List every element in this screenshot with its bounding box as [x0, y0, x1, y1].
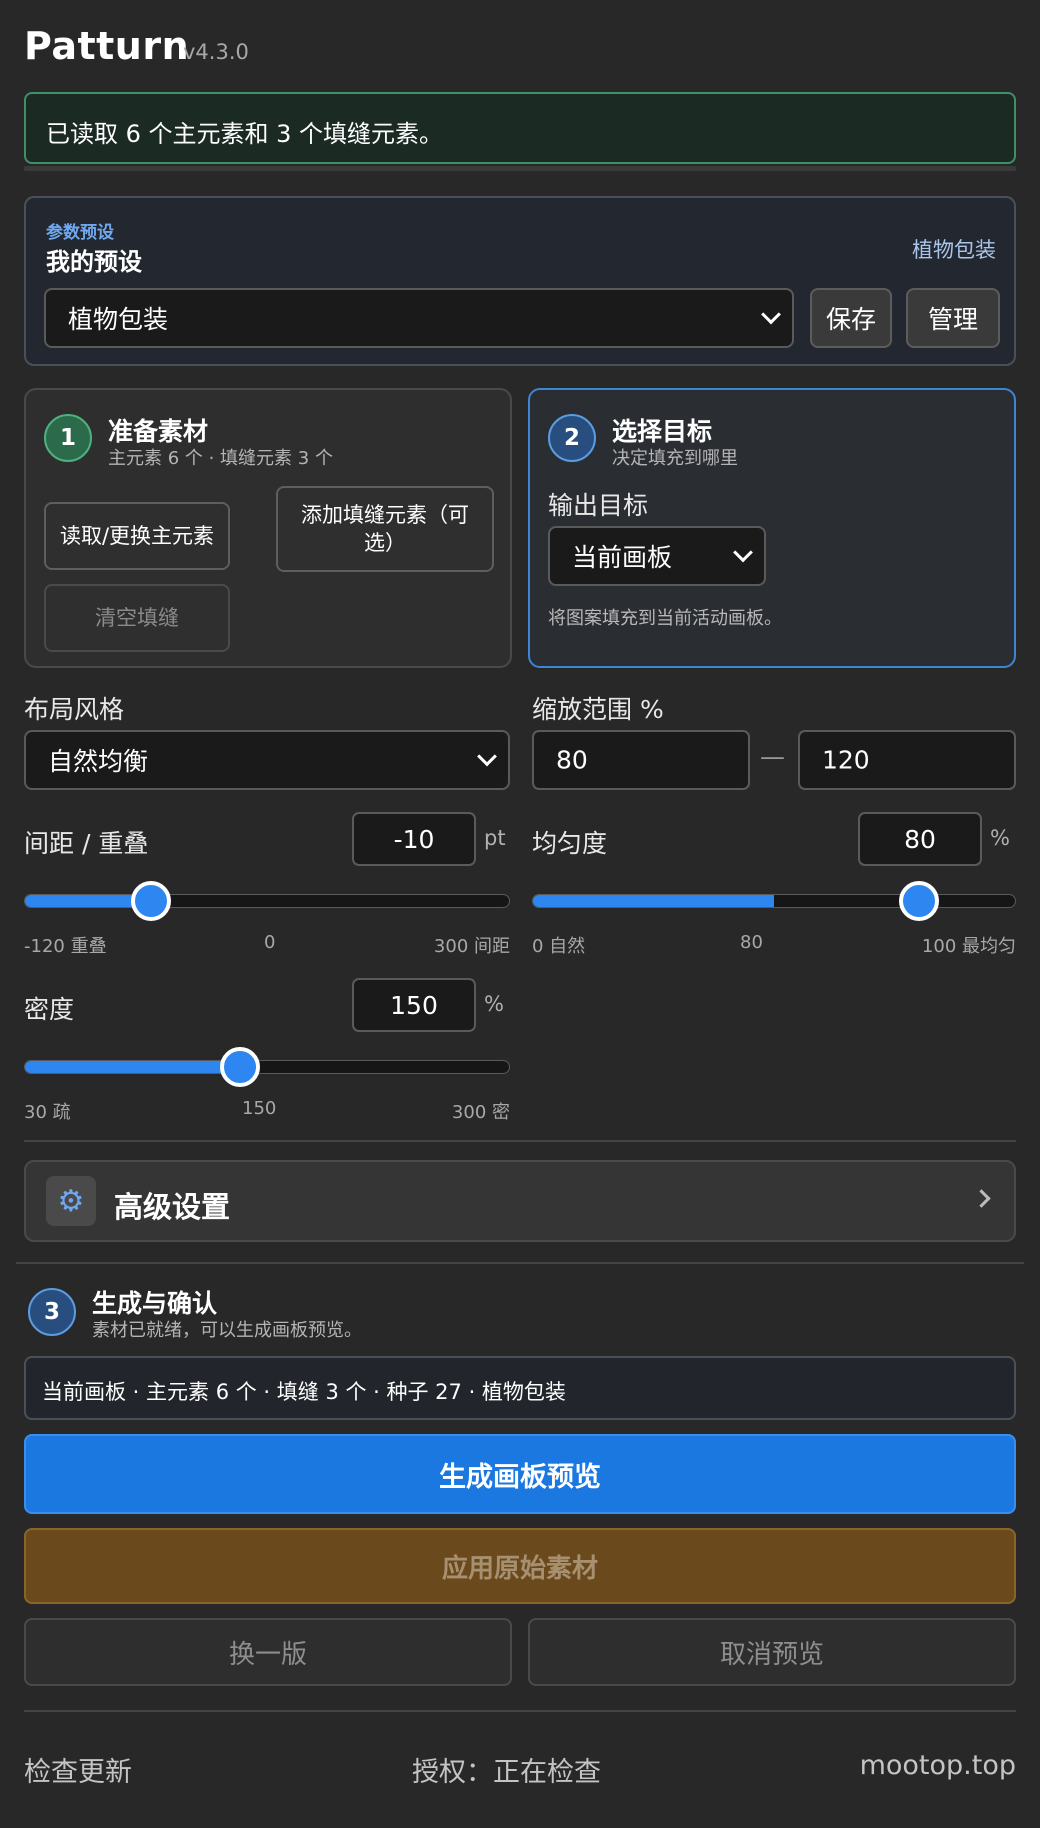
apply-original-button[interactable]: 应用原始素材	[24, 1528, 1016, 1604]
uniformity-value-input[interactable]: 80	[858, 812, 982, 866]
scale-range-separator: —	[760, 742, 785, 771]
footer-divider	[24, 1710, 1016, 1712]
density-tick-max: 300 密	[451, 1102, 510, 1123]
scale-max-input[interactable]: 120	[798, 730, 1016, 790]
slider-track	[24, 894, 510, 908]
status-notice: 已读取 6 个主元素和 3 个填缝元素。	[24, 92, 1016, 164]
preset-title: 我的预设	[46, 248, 142, 276]
density-tick-min: 30 疏	[24, 1102, 71, 1123]
density-tick-mid: 150	[242, 1098, 277, 1119]
load-main-elements-button[interactable]: 读取/更换主元素	[44, 502, 230, 570]
spacing-tick-min: -120 重叠	[24, 936, 107, 957]
slider-fill	[25, 1061, 241, 1073]
save-preset-button[interactable]: 保存	[810, 288, 892, 348]
output-target-label: 输出目标	[548, 491, 649, 520]
step-title: 选择目标	[612, 417, 713, 446]
step-prepare-card: 1 准备素材 主元素 6 个 · 填缝元素 3 个 读取/更换主元素 添加填缝元…	[24, 388, 512, 668]
step-subtitle: 素材已就绪，可以生成画板预览。	[92, 1320, 362, 1341]
clear-filler-button[interactable]: 清空填缝	[44, 584, 230, 652]
layout-style-label: 布局风格	[24, 695, 125, 724]
uniformity-tick-max: 100 最均匀	[921, 936, 1016, 957]
app-version: v4.3.0	[183, 40, 249, 64]
scale-min-input[interactable]: 80	[532, 730, 750, 790]
spacing-label: 间距 / 重叠	[24, 829, 149, 858]
layout-style-select[interactable]: 自然均衡	[24, 730, 510, 790]
section-divider	[24, 1140, 1016, 1142]
slider-thumb[interactable]	[220, 1047, 260, 1087]
layout-style-value: 自然均衡	[48, 747, 149, 776]
status-notice-text: 已读取 6 个主元素和 3 个填缝元素。	[46, 120, 444, 148]
manage-preset-button[interactable]: 管理	[906, 288, 1000, 348]
generate-preview-button[interactable]: 生成画板预览	[24, 1434, 1016, 1514]
spacing-value-input[interactable]: -10	[352, 812, 476, 866]
step-target-card: 2 选择目标 决定填充到哪里 输出目标 当前画板 将图案填充到当前活动画板。	[528, 388, 1016, 668]
slider-thumb[interactable]	[131, 881, 172, 921]
density-value-input[interactable]: 150	[352, 978, 476, 1032]
density-label: 密度	[24, 995, 75, 1024]
spacing-tick-max: 300 间距	[433, 936, 510, 957]
output-target-select[interactable]: 当前画板	[548, 526, 766, 586]
slider-track	[24, 1060, 510, 1074]
chevron-down-icon	[477, 746, 497, 767]
check-update-link[interactable]: 检查更新	[24, 1750, 132, 1789]
generation-summary: 当前画板 · 主元素 6 个 · 填缝 3 个 · 种子 27 · 植物包装	[24, 1356, 1016, 1420]
uniformity-tick-mid: 80	[740, 932, 763, 953]
add-filler-elements-button[interactable]: 添加填缝元素（可选）	[276, 486, 494, 572]
license-status: 授权：正在检查	[412, 1757, 601, 1788]
uniformity-unit: %	[990, 826, 1010, 850]
advanced-settings-toggle[interactable]: ⚙ 高级设置	[24, 1160, 1016, 1242]
step-subtitle: 决定填充到哪里	[612, 448, 738, 469]
density-unit: %	[484, 992, 504, 1016]
step-number-badge: 3	[28, 1288, 76, 1336]
spacing-unit: pt	[484, 826, 506, 850]
preset-select[interactable]: 植物包装	[44, 288, 794, 348]
preset-card: 参数预设 我的预设 植物包装 植物包装 保存 管理	[24, 196, 1016, 366]
uniformity-tick-min: 0 自然	[532, 936, 586, 957]
slider-track	[532, 894, 1016, 908]
chevron-right-icon	[972, 1189, 991, 1208]
chevron-down-icon	[761, 304, 781, 325]
scale-range-label: 缩放范围 %	[532, 695, 664, 724]
step-title: 生成与确认	[92, 1289, 218, 1318]
advanced-settings-label: 高级设置	[114, 1190, 231, 1224]
notice-divider	[24, 166, 1016, 171]
preset-kicker: 参数预设	[46, 223, 114, 243]
reroll-button[interactable]: 换一版	[24, 1618, 512, 1686]
slider-thumb[interactable]	[899, 881, 940, 921]
scale-max-value: 120	[822, 745, 870, 775]
scale-min-value: 80	[556, 745, 588, 775]
chevron-down-icon	[733, 542, 753, 563]
step-number-badge: 2	[548, 414, 596, 462]
step-subtitle: 主元素 6 个 · 填缝元素 3 个	[108, 448, 333, 469]
app-title: Patturn	[24, 24, 190, 68]
uniformity-label: 均匀度	[532, 829, 608, 858]
gear-icon: ⚙	[46, 1176, 96, 1226]
step-number-badge: 1	[44, 414, 92, 462]
website-link[interactable]: mootop.top	[860, 1750, 1016, 1781]
generation-summary-text: 当前画板 · 主元素 6 个 · 填缝 3 个 · 种子 27 · 植物包装	[42, 1380, 566, 1404]
preset-current-name: 植物包装	[912, 238, 996, 262]
output-target-value: 当前画板	[572, 543, 673, 572]
section-divider	[16, 1262, 1024, 1264]
slider-fill	[533, 895, 774, 907]
cancel-preview-button[interactable]: 取消预览	[528, 1618, 1016, 1686]
step-title: 准备素材	[108, 417, 209, 446]
output-target-hint: 将图案填充到当前活动画板。	[548, 608, 782, 629]
preset-select-value: 植物包装	[68, 305, 169, 334]
spacing-tick-mid: 0	[264, 932, 276, 953]
